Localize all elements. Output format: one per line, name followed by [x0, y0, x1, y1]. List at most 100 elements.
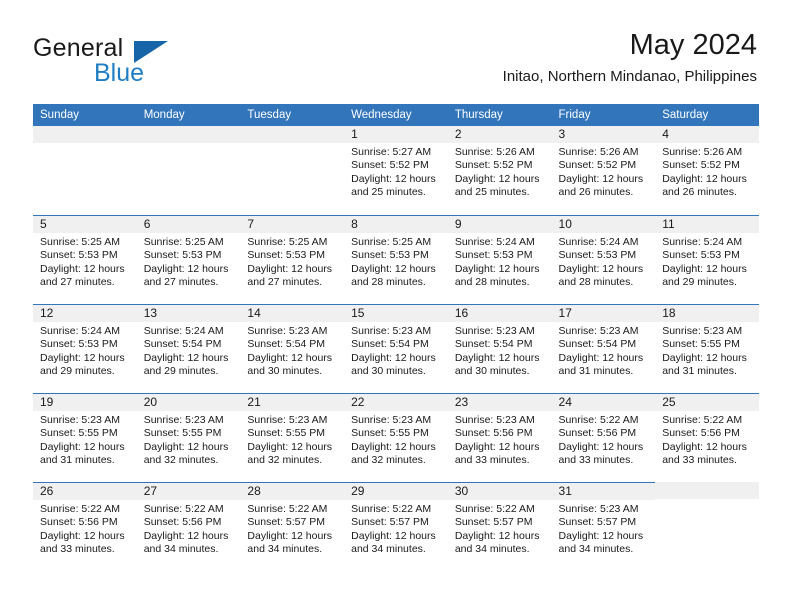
day-number: 15 [344, 305, 448, 322]
daylight-text-line2: and 31 minutes. [558, 364, 634, 377]
day-details: Sunrise: 5:24 AM Sunset: 5:53 PM Daylight:… [552, 233, 656, 289]
sunset-text: Sunset: 5:52 PM [351, 159, 429, 172]
sunrise-text: Sunrise: 5:23 AM [351, 414, 432, 426]
sunrise-text: Sunrise: 5:25 AM [40, 236, 120, 248]
calendar-cell: 15 Sunrise: 5:23 AM Sunset: 5:54 PM Dayligh… [344, 304, 448, 393]
calendar-day-cell[interactable]: 24 Sunrise: 5:22 AM Sunset: 5:56 PM Dayligh… [551, 393, 656, 482]
calendar-day-cell[interactable]: 14 Sunrise: 5:23 AM Sunset: 5:54 PM Dayligh… [240, 304, 345, 393]
day-number: 7 [240, 216, 345, 233]
daylight-text-line1: Daylight: 12 hours [143, 529, 229, 542]
calendar-day-cell[interactable]: 7 Sunrise: 5:25 AM Sunset: 5:53 PM Daylight… [240, 215, 345, 304]
sunrise-text: Sunrise: 5:23 AM [247, 325, 328, 337]
daylight-text-line1: Daylight: 12 hours [143, 351, 229, 364]
sunset-text: Sunset: 5:55 PM [351, 427, 429, 440]
sunrise-text: Sunrise: 5:24 AM [40, 325, 120, 337]
calendar-cell: 12 Sunrise: 5:24 AM Sunset: 5:53 PM Dayligh… [33, 304, 137, 393]
daylight-text-line1: Daylight: 12 hours [558, 529, 644, 542]
calendar-day-cell[interactable]: 25 Sunrise: 5:22 AM Sunset: 5:56 PM Dayligh… [655, 393, 759, 482]
daylight-text-line1: Daylight: 12 hours [351, 440, 436, 453]
daylight-text-line2: and 29 minutes. [662, 275, 737, 288]
calendar-day-cell[interactable]: 26 Sunrise: 5:22 AM Sunset: 5:56 PM Dayligh… [33, 482, 137, 571]
calendar-week-row: 26 Sunrise: 5:22 AM Sunset: 5:56 PM Dayligh… [33, 482, 759, 571]
sunset-text: Sunset: 5:56 PM [454, 427, 533, 440]
sunrise-text: Sunrise: 5:23 AM [558, 503, 639, 515]
calendar-day-cell[interactable]: 29 Sunrise: 5:22 AM Sunset: 5:57 PM Dayligh… [344, 482, 448, 571]
calendar-day-cell[interactable]: 12 Sunrise: 5:24 AM Sunset: 5:53 PM Dayligh… [33, 304, 137, 393]
calendar-day-cell[interactable]: 8 Sunrise: 5:25 AM Sunset: 5:53 PM Daylight… [344, 215, 448, 304]
day-details: Sunrise: 5:22 AM Sunset: 5:56 PM Daylight:… [33, 500, 137, 556]
day-number: 21 [240, 394, 345, 411]
calendar-day-cell[interactable]: 17 Sunrise: 5:23 AM Sunset: 5:54 PM Dayligh… [551, 304, 656, 393]
calendar-day-cell[interactable]: 28 Sunrise: 5:22 AM Sunset: 5:57 PM Dayligh… [240, 482, 345, 571]
daylight-text-line1: Daylight: 12 hours [454, 172, 540, 185]
daylight-text-line1: Daylight: 12 hours [247, 262, 333, 275]
calendar-day-cell[interactable]: 1 Sunrise: 5:27 AM Sunset: 5:52 PM Daylight… [344, 126, 448, 215]
daylight-text-line2: and 33 minutes. [40, 542, 115, 555]
daylight-text-line1: Daylight: 12 hours [143, 262, 229, 275]
day-number: 3 [551, 126, 656, 143]
calendar-day-cell[interactable]: 30 Sunrise: 5:22 AM Sunset: 5:57 PM Dayligh… [447, 482, 552, 571]
sunrise-text: Sunrise: 5:26 AM [558, 146, 639, 158]
calendar-week-row: 5 Sunrise: 5:25 AM Sunset: 5:53 PM Daylight… [33, 215, 759, 304]
calendar-week-row: 1 Sunrise: 5:27 AM Sunset: 5:52 PM Daylight… [33, 126, 759, 215]
calendar-cell: 31 Sunrise: 5:23 AM Sunset: 5:57 PM Dayligh… [551, 482, 656, 571]
day-details: Sunrise: 5:22 AM Sunset: 5:56 PM Daylight:… [552, 411, 656, 467]
daylight-text-line2: and 31 minutes. [40, 453, 115, 466]
calendar-day-cell[interactable]: 15 Sunrise: 5:23 AM Sunset: 5:54 PM Dayligh… [344, 304, 448, 393]
calendar-day-cell[interactable]: 2 Sunrise: 5:26 AM Sunset: 5:52 PM Daylight… [447, 126, 552, 215]
day-details: Sunrise: 5:23 AM Sunset: 5:57 PM Daylight:… [552, 500, 656, 556]
calendar-day-cell[interactable]: 20 Sunrise: 5:23 AM Sunset: 5:55 PM Dayligh… [136, 393, 241, 482]
calendar-cell: 27 Sunrise: 5:22 AM Sunset: 5:56 PM Dayligh… [136, 482, 241, 571]
sunrise-text: Sunrise: 5:22 AM [40, 503, 120, 515]
calendar-day-cell[interactable]: 16 Sunrise: 5:23 AM Sunset: 5:54 PM Dayligh… [447, 304, 552, 393]
calendar-day-cell[interactable]: 3 Sunrise: 5:26 AM Sunset: 5:52 PM Daylight… [551, 126, 656, 215]
daylight-text-line1: Daylight: 12 hours [558, 262, 644, 275]
daylight-text-line2: and 28 minutes. [558, 275, 634, 288]
calendar-day-cell[interactable]: 5 Sunrise: 5:25 AM Sunset: 5:53 PM Daylight… [33, 215, 137, 304]
calendar-day-cell[interactable]: 10 Sunrise: 5:24 AM Sunset: 5:53 PM Dayligh… [551, 215, 656, 304]
day-details: Sunrise: 5:23 AM Sunset: 5:54 PM Daylight:… [552, 322, 656, 378]
calendar-day-cell[interactable]: 27 Sunrise: 5:22 AM Sunset: 5:56 PM Dayligh… [136, 482, 241, 571]
sunset-text: Sunset: 5:54 PM [143, 338, 222, 351]
calendar-day-cell[interactable]: 22 Sunrise: 5:23 AM Sunset: 5:55 PM Dayligh… [344, 393, 448, 482]
calendar-day-cell[interactable]: 21 Sunrise: 5:23 AM Sunset: 5:55 PM Dayligh… [240, 393, 345, 482]
calendar-cell: 11 Sunrise: 5:24 AM Sunset: 5:53 PM Dayligh… [655, 215, 759, 304]
sunset-text: Sunset: 5:54 PM [351, 338, 429, 351]
sunrise-text: Sunrise: 5:25 AM [247, 236, 328, 248]
sunset-text: Sunset: 5:53 PM [40, 338, 118, 351]
sunset-text: Sunset: 5:53 PM [247, 249, 326, 262]
sunset-text: Sunset: 5:55 PM [40, 427, 118, 440]
sunset-text: Sunset: 5:54 PM [247, 338, 326, 351]
day-details: Sunrise: 5:23 AM Sunset: 5:55 PM Daylight:… [240, 411, 344, 467]
daylight-text-line2: and 34 minutes. [558, 542, 634, 555]
daylight-text-line2: and 26 minutes. [662, 185, 737, 198]
day-number: 26 [33, 483, 137, 500]
sunrise-text: Sunrise: 5:22 AM [454, 503, 535, 515]
sunset-text: Sunset: 5:57 PM [454, 516, 533, 529]
general-blue-logo[interactable]: General Blue [33, 36, 213, 88]
day-number: 24 [551, 394, 656, 411]
weekday-header-saturday: Saturday [655, 104, 759, 126]
day-details: Sunrise: 5:22 AM Sunset: 5:56 PM Daylight:… [137, 500, 241, 556]
daylight-text-line1: Daylight: 12 hours [454, 262, 540, 275]
calendar-cell: 7 Sunrise: 5:25 AM Sunset: 5:53 PM Daylight… [240, 215, 345, 304]
page-header: General Blue May 2024 Initao, Northern M… [0, 0, 792, 103]
day-number: 19 [33, 394, 137, 411]
calendar-cell: 14 Sunrise: 5:23 AM Sunset: 5:54 PM Dayligh… [240, 304, 345, 393]
calendar-day-cell[interactable]: 11 Sunrise: 5:24 AM Sunset: 5:53 PM Dayligh… [655, 215, 759, 304]
calendar-day-cell[interactable]: 19 Sunrise: 5:23 AM Sunset: 5:55 PM Dayligh… [33, 393, 137, 482]
sunrise-text: Sunrise: 5:25 AM [143, 236, 224, 248]
sunset-text: Sunset: 5:56 PM [662, 427, 740, 440]
calendar-day-cell[interactable]: 9 Sunrise: 5:24 AM Sunset: 5:53 PM Daylight… [447, 215, 552, 304]
calendar-day-cell[interactable]: 13 Sunrise: 5:24 AM Sunset: 5:54 PM Dayligh… [136, 304, 241, 393]
calendar-day-cell[interactable]: 6 Sunrise: 5:25 AM Sunset: 5:53 PM Daylight… [136, 215, 241, 304]
day-details: Sunrise: 5:23 AM Sunset: 5:54 PM Daylight:… [344, 322, 448, 378]
calendar-day-cell[interactable]: 23 Sunrise: 5:23 AM Sunset: 5:56 PM Dayligh… [447, 393, 552, 482]
calendar-day-cell[interactable]: 18 Sunrise: 5:23 AM Sunset: 5:55 PM Dayligh… [655, 304, 759, 393]
day-details: Sunrise: 5:23 AM Sunset: 5:55 PM Daylight:… [344, 411, 448, 467]
sunset-text: Sunset: 5:53 PM [40, 249, 118, 262]
daylight-text-line2: and 29 minutes. [40, 364, 115, 377]
calendar-day-cell[interactable]: 4 Sunrise: 5:26 AM Sunset: 5:52 PM Daylight… [655, 126, 759, 215]
calendar-day-cell[interactable]: 31 Sunrise: 5:23 AM Sunset: 5:57 PM Dayligh… [551, 482, 656, 571]
sunset-text: Sunset: 5:52 PM [454, 159, 533, 172]
